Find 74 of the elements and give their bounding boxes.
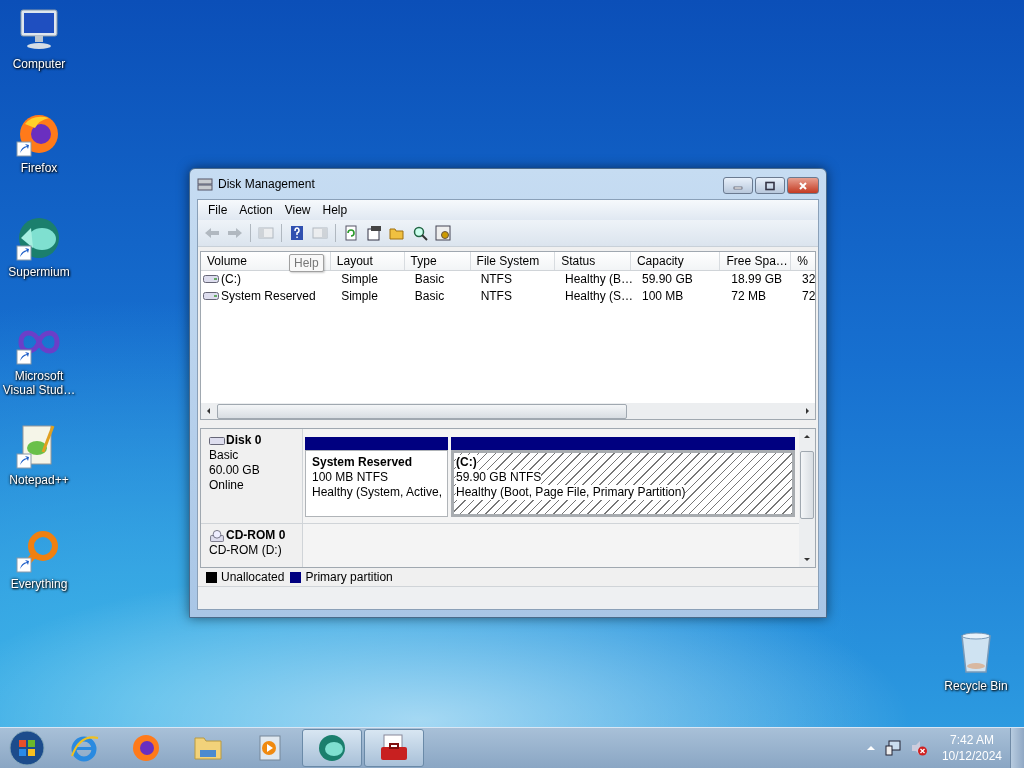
disk-name: CD-ROM 0 (226, 528, 286, 544)
scroll-up-icon[interactable] (803, 433, 811, 440)
disk-info: 60.00 GB (209, 463, 261, 479)
table-cell-text: 72 (801, 289, 815, 304)
menu-item[interactable]: Help (316, 202, 354, 217)
column-header[interactable]: Layout (330, 251, 405, 270)
table-cell-text: Simple (340, 272, 379, 287)
scrollbar-thumb[interactable] (800, 451, 814, 520)
close-button[interactable] (787, 177, 819, 194)
desktop-icon-label[interactable]: Microsoft Visual Stud… (0, 369, 78, 397)
partition-name: System Reserved (312, 455, 414, 471)
disk-name: Disk 0 (226, 433, 262, 449)
column-header[interactable]: Status (555, 251, 631, 270)
table-cell-text: Healthy (S… (564, 289, 631, 304)
network-icon[interactable] (883, 739, 902, 757)
partition-block[interactable]: (C:) 59.90 GB NTFS Healthy (Boot, Page File, Primary Partition) (451, 450, 795, 518)
desktop-icon-label[interactable]: Computer (12, 57, 66, 71)
desktop-icon-label[interactable]: Supermium (8, 265, 70, 279)
window-title: Disk Management (218, 177, 316, 191)
firefox-icon (130, 732, 162, 764)
desktop-icon-label[interactable]: Firefox (20, 161, 58, 175)
column-header[interactable]: Free Spa… (720, 251, 792, 270)
table-cell-text: Basic (413, 289, 446, 304)
drive-icon (203, 274, 219, 285)
menu-item[interactable]: Action (233, 202, 279, 217)
legend-label: Unallocated (221, 570, 285, 585)
table-cell-text: 18.99 GB (730, 272, 783, 287)
scrollbar-thumb[interactable] (217, 403, 627, 419)
table-cell-text: 100 MB (641, 289, 685, 304)
disk-drive-icon (197, 176, 213, 192)
supermium-icon (316, 732, 348, 764)
disk-info: Online (209, 478, 245, 494)
menu-item[interactable]: View (278, 202, 317, 217)
disk-info: CD-ROM (D:) (209, 543, 283, 559)
table-cell-text: Simple (340, 289, 379, 304)
legend-label: Primary partition (305, 570, 393, 585)
scroll-down-icon[interactable] (803, 557, 811, 564)
table-cell: System Reserved (221, 289, 316, 304)
taskbar-button[interactable] (364, 729, 424, 767)
minimize-button[interactable] (723, 177, 753, 194)
table-cell-text: 59.90 GB (641, 272, 694, 287)
scroll-left-icon[interactable] (205, 407, 213, 416)
disk-label-panel[interactable]: CD-ROM 0 CD-ROM (D:) (201, 524, 303, 568)
settings-icon[interactable] (433, 222, 453, 243)
column-header[interactable]: Type (404, 251, 471, 270)
partition-status: Healthy (Boot, Page File, Primary Partition) (456, 485, 686, 501)
maximize-icon (765, 180, 775, 191)
vertical-scrollbar[interactable] (799, 429, 815, 568)
show-hidden-icons-icon[interactable] (865, 744, 876, 752)
table-cell-text: NTFS (479, 289, 513, 304)
partition-size: 59.90 GB NTFS (456, 470, 542, 486)
muted-speaker-icon[interactable] (909, 739, 928, 757)
table-cell-text: 72 MB (730, 289, 767, 304)
partition-size: 100 MB NTFS (312, 470, 390, 486)
maximize-button[interactable] (755, 177, 785, 194)
partition-name: (C:) (456, 455, 477, 471)
column-header[interactable]: Capacity (630, 251, 721, 270)
table-cell: (C:) (221, 272, 241, 287)
table-cell-text: NTFS (479, 272, 513, 287)
menu-item[interactable]: File (202, 202, 234, 217)
show-desktop-button[interactable] (1010, 728, 1024, 768)
close-icon (798, 180, 808, 191)
horizontal-scrollbar[interactable] (201, 403, 815, 420)
partition-status: Healthy (System, Active, (312, 485, 441, 501)
drive-icon (203, 291, 219, 302)
partition-block[interactable]: System Reserved 100 MB NTFS Healthy (System, Active, (305, 450, 448, 518)
column-header[interactable]: File System (470, 251, 556, 270)
disk-info: Basic (209, 448, 240, 464)
table-cell-text: Basic (413, 272, 446, 287)
cd-drive-icon (209, 529, 225, 542)
scroll-right-icon[interactable] (803, 407, 811, 416)
table-cell-text: Healthy (B… (564, 272, 631, 287)
disk-label-panel[interactable]: Disk 0 Basic 60.00 GB Online (201, 429, 303, 524)
table-cell-text: 32 (801, 272, 815, 287)
